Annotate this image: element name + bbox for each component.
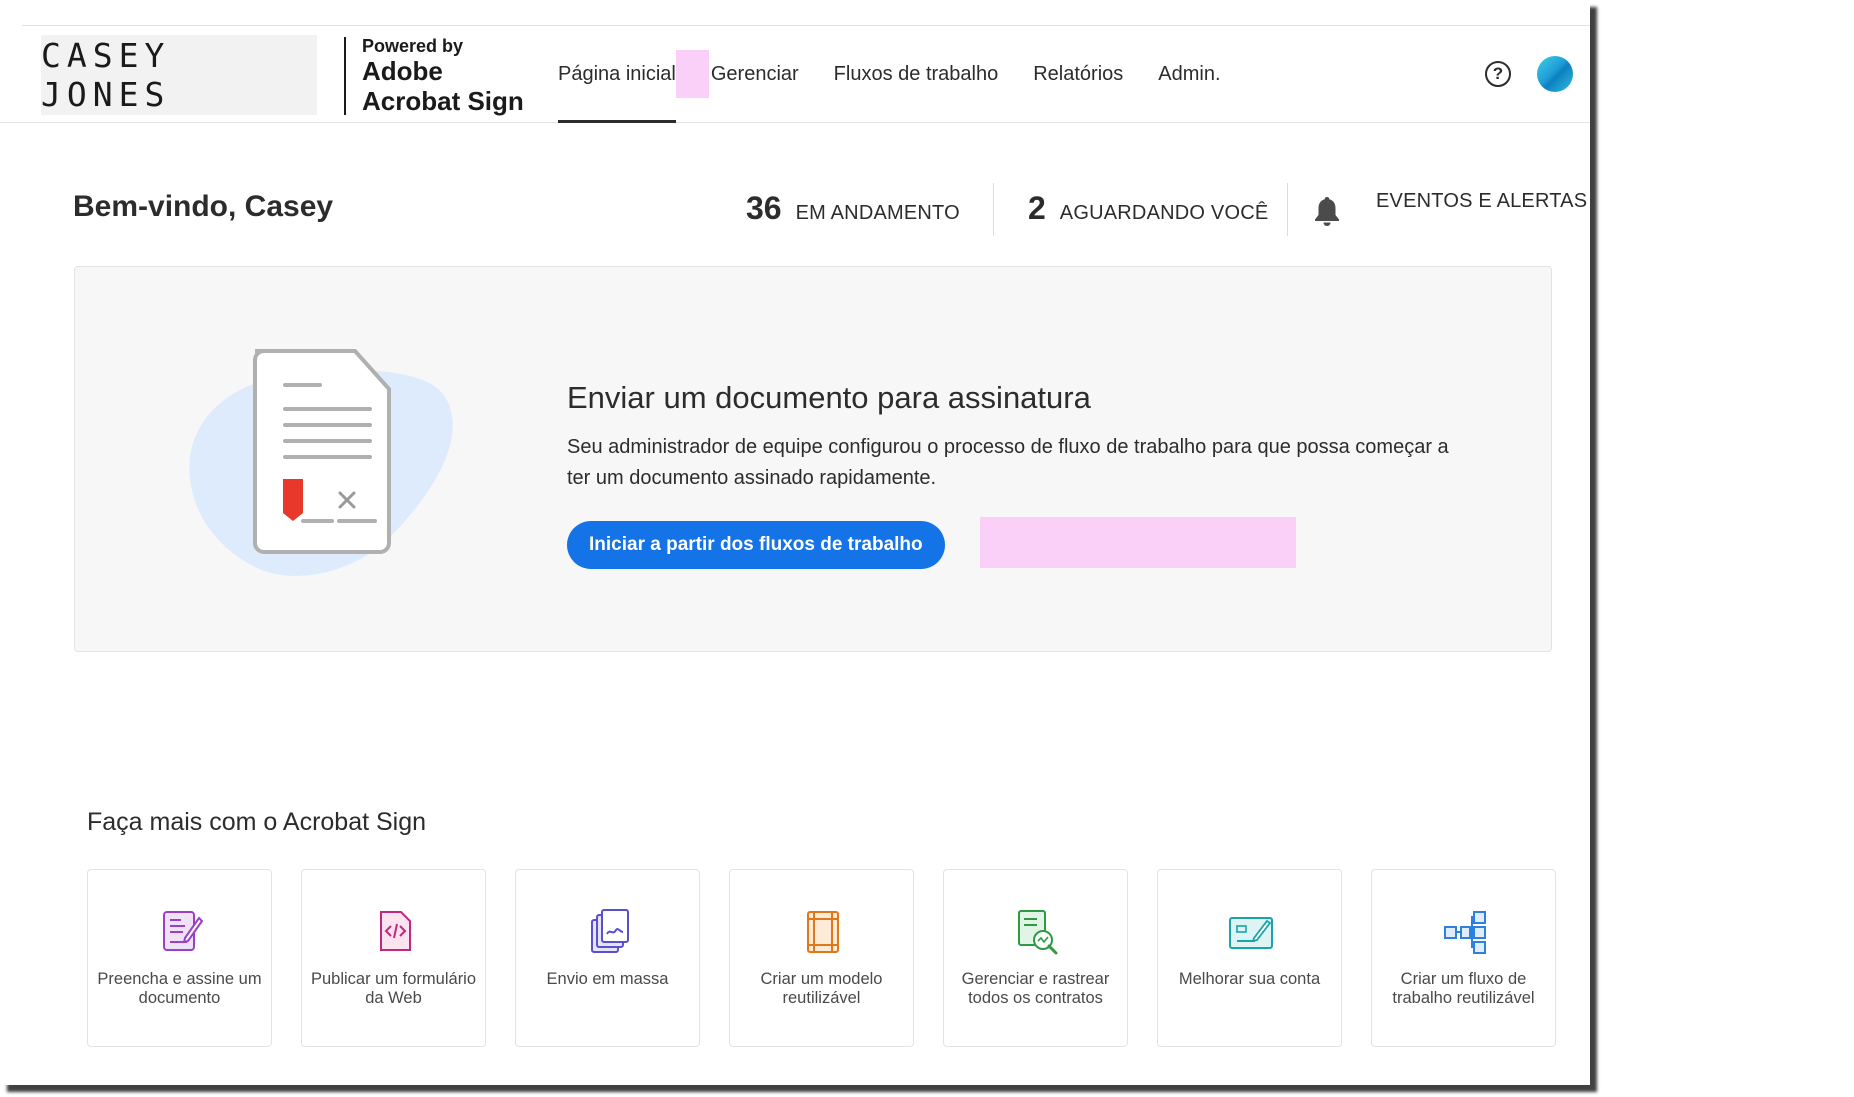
upgrade-account-icon (1229, 917, 1273, 949)
nav-item-label: Relatórios (1033, 62, 1124, 85)
tile-label: Criar um fluxo de trabalho reutilizável (1392, 970, 1535, 1007)
nav-item-workflows[interactable]: Fluxos de trabalho (834, 26, 999, 122)
in-progress-stat[interactable]: 36 EM ANDAMENTO (746, 190, 960, 227)
main-nav: Página inicial Gerenciar Fluxos de traba… (558, 26, 1256, 123)
tile-track-contracts[interactable]: Gerenciar e rastrear todos os contratos (943, 869, 1128, 1047)
product-name-line1: Adobe (362, 56, 443, 86)
nav-item-label: Página inicial (558, 62, 676, 85)
waiting-count: 2 (1028, 190, 1046, 226)
web-form-icon (380, 911, 411, 951)
waiting-label: AGUARDANDO VOCÊ (1059, 202, 1269, 224)
fill-sign-icon (163, 911, 203, 951)
nav-item-admin[interactable]: Admin. (1158, 26, 1220, 122)
events-alerts-label: EVENTOS E ALERTAS (1376, 190, 1588, 212)
tile-label: Publicar um formulário da Web (310, 970, 477, 1007)
tile-label: Preencha e assine um documento (97, 970, 262, 1007)
bell-icon[interactable] (1313, 195, 1341, 227)
nav-item-reports[interactable]: Relatórios (1033, 26, 1123, 122)
workflow-icon (1444, 911, 1486, 954)
nav-item-label: Admin. (1158, 62, 1221, 85)
brand-divider (344, 37, 346, 115)
help-icon[interactable]: ? (1485, 61, 1511, 87)
stat-divider (993, 183, 994, 236)
feature-tiles: Preencha e assine um documento Publicar … (87, 869, 1567, 1047)
track-contracts-icon (1018, 910, 1058, 955)
send-card-description: Seu administrador de equipe configurou o… (567, 436, 1449, 489)
top-header: CASEY JONES Powered by Adobe Acrobat Sig… (0, 26, 1590, 123)
app-window: CASEY JONES Powered by Adobe Acrobat Sig… (0, 0, 1590, 1085)
mass-send-icon (591, 909, 629, 953)
tile-label: Gerenciar e rastrear todos os contratos (961, 970, 1110, 1007)
nav-item-label: Fluxos de trabalho (833, 62, 999, 85)
start-from-workflows-button[interactable]: Iniciar a partir dos fluxos de trabalho (567, 521, 945, 569)
waiting-stat[interactable]: 2 AGUARDANDO VOCÊ (1028, 190, 1268, 227)
tile-label: Envio em massa (546, 970, 669, 988)
in-progress-label: EM ANDAMENTO (795, 202, 960, 224)
stat-divider (1287, 183, 1288, 236)
tile-template[interactable]: Criar um modelo reutilizável (729, 869, 914, 1047)
nav-item-home[interactable]: Página inicial (558, 26, 676, 123)
company-logo-text: CASEY JONES (41, 36, 171, 114)
nav-item-manage[interactable]: Gerenciar (711, 26, 799, 122)
template-icon (807, 911, 839, 953)
product-name-line2: Acrobat Sign (362, 86, 524, 116)
events-alerts-link[interactable]: EVENTOS E ALERTAS (1376, 190, 1587, 213)
company-logo[interactable]: CASEY JONES (41, 35, 317, 115)
send-card-title: Enviar um documento para assinatura (567, 380, 1091, 415)
tile-web-form[interactable]: Publicar um formulário da Web (301, 869, 486, 1047)
send-document-card: Enviar um documento para assinatura Seu … (74, 266, 1552, 652)
tile-fill-sign[interactable]: Preencha e assine um documento (87, 869, 272, 1047)
tile-mass-send[interactable]: Envio em massa (515, 869, 700, 1047)
nav-highlight-marker (675, 50, 709, 98)
tile-label: Criar um modelo reutilizável (760, 970, 883, 1007)
page-title: Bem-vindo, Casey (73, 190, 334, 223)
highlight-placeholder (980, 517, 1296, 568)
in-progress-count: 36 (746, 190, 782, 226)
avatar[interactable] (1537, 56, 1573, 92)
tile-label: Melhorar sua conta (1178, 970, 1321, 988)
powered-by-logo: Powered by Adobe Acrobat Sign (362, 37, 524, 115)
document-signature-icon (189, 349, 453, 576)
more-section-title: Faça mais com o Acrobat Sign (87, 808, 427, 836)
nav-item-label: Gerenciar (710, 62, 799, 85)
tile-reusable-workflow[interactable]: Criar um fluxo de trabalho reutilizável (1371, 869, 1556, 1047)
powered-by-label: Powered by (362, 36, 464, 56)
tile-upgrade-account[interactable]: Melhorar sua conta (1157, 869, 1342, 1047)
